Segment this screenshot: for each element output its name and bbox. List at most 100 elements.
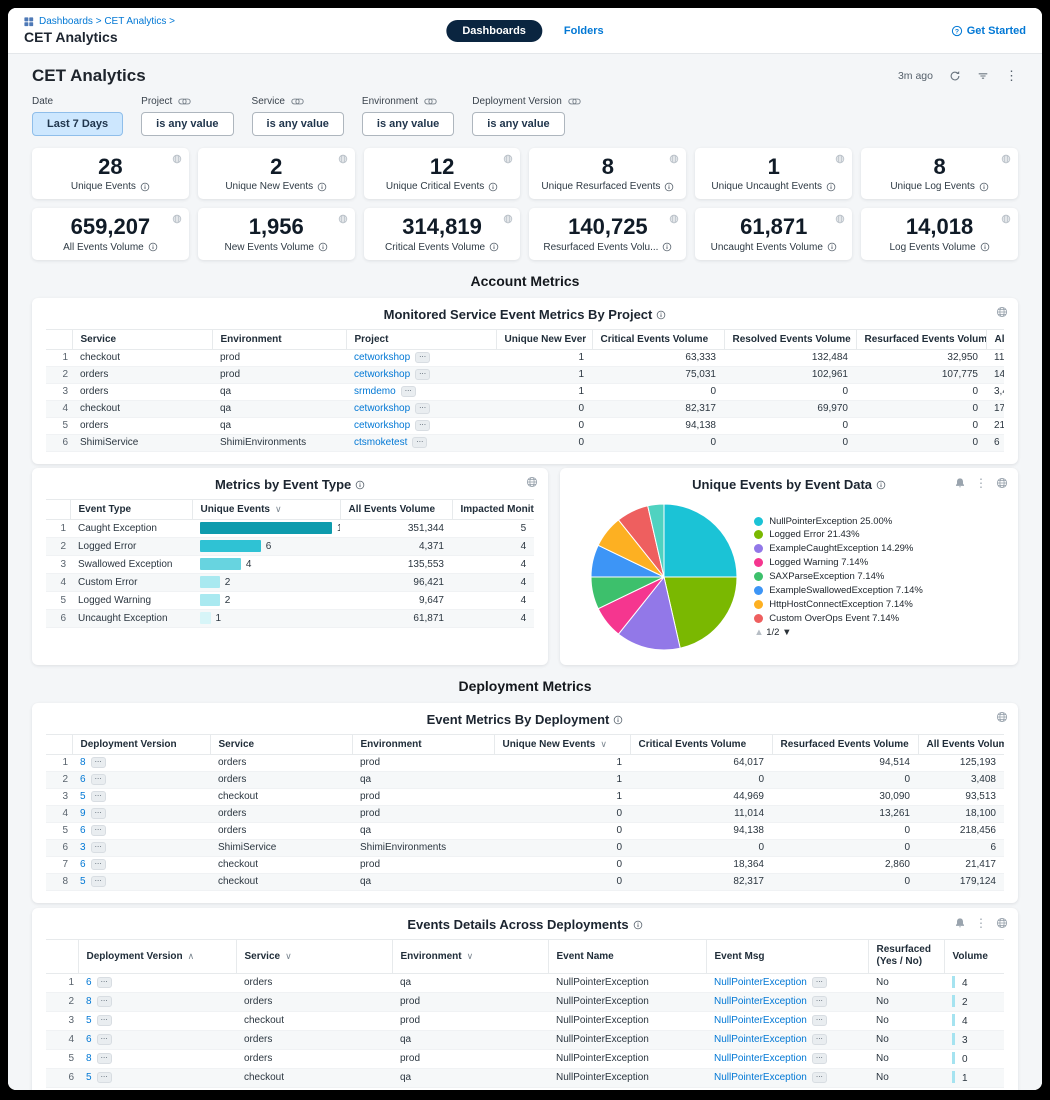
environment-filter-chip[interactable]: is any value bbox=[362, 112, 454, 136]
alert-bell-icon[interactable] bbox=[954, 477, 966, 489]
project-link[interactable]: ctsmoketest bbox=[354, 437, 407, 448]
version-link[interactable]: 6 bbox=[80, 825, 86, 836]
col-unique-events[interactable]: Unique Events∨ bbox=[192, 499, 340, 519]
refresh-icon[interactable] bbox=[949, 70, 961, 82]
more-badge[interactable]: ⋯ bbox=[812, 977, 827, 988]
col-volume[interactable]: Volume bbox=[944, 939, 1004, 973]
version-link[interactable]: 3 bbox=[80, 842, 86, 853]
project-filter-chip[interactable]: is any value bbox=[141, 112, 233, 136]
version-link[interactable]: 6 bbox=[86, 1034, 92, 1045]
version-link[interactable]: 6 bbox=[86, 977, 92, 988]
more-badge[interactable]: ⋯ bbox=[415, 403, 430, 414]
col-resurfaced[interactable]: Resurfaced (Yes / No) bbox=[868, 939, 944, 973]
legend-item[interactable]: SAXParseException 7.14% bbox=[754, 571, 1000, 583]
version-link[interactable]: 6 bbox=[80, 859, 86, 870]
globe-icon[interactable] bbox=[996, 711, 1008, 723]
more-badge[interactable]: ⋯ bbox=[97, 977, 112, 988]
version-link[interactable]: 9 bbox=[80, 808, 86, 819]
project-link[interactable]: cetworkshop bbox=[354, 403, 410, 414]
tab-dashboards[interactable]: Dashboards bbox=[446, 20, 542, 42]
globe-icon[interactable] bbox=[835, 154, 845, 164]
more-badge[interactable]: ⋯ bbox=[812, 1072, 827, 1083]
legend-item[interactable]: NullPointerException 25.00% bbox=[754, 516, 1000, 528]
globe-icon[interactable] bbox=[996, 477, 1008, 489]
version-link[interactable]: 5 bbox=[80, 876, 86, 887]
kebab-menu-icon[interactable]: ⋮ bbox=[975, 476, 987, 490]
col-event-name[interactable]: Event Name bbox=[548, 939, 706, 973]
deployment-version-filter-chip[interactable]: is any value bbox=[472, 112, 564, 136]
globe-icon[interactable] bbox=[835, 214, 845, 224]
globe-icon[interactable] bbox=[996, 917, 1008, 929]
more-badge[interactable]: ⋯ bbox=[812, 1053, 827, 1064]
col-environment[interactable]: Environment bbox=[212, 329, 346, 349]
more-badge[interactable]: ⋯ bbox=[97, 996, 112, 1007]
globe-icon[interactable] bbox=[338, 154, 348, 164]
project-link[interactable]: srmdemo bbox=[354, 386, 396, 397]
pie-slice[interactable] bbox=[664, 504, 737, 577]
more-badge[interactable]: ⋯ bbox=[97, 1053, 112, 1064]
more-badge[interactable]: ⋯ bbox=[97, 1015, 112, 1026]
more-badge[interactable]: ⋯ bbox=[91, 808, 106, 819]
legend-item[interactable]: Custom OverOps Event 7.14% bbox=[754, 613, 1000, 625]
globe-icon[interactable] bbox=[503, 154, 513, 164]
col-project[interactable]: Project bbox=[346, 329, 496, 349]
get-started-link[interactable]: Get Started bbox=[951, 25, 1026, 37]
more-badge[interactable]: ⋯ bbox=[97, 1034, 112, 1045]
col-environment[interactable]: Environment bbox=[352, 734, 494, 754]
version-link[interactable]: 8 bbox=[86, 1053, 92, 1064]
col-environment[interactable]: Environment∨ bbox=[392, 939, 548, 973]
col-all[interactable]: All Events Volume bbox=[986, 329, 1004, 349]
legend-item[interactable]: HttpHostConnectException 7.14% bbox=[754, 599, 1000, 611]
more-badge[interactable]: ⋯ bbox=[91, 757, 106, 768]
version-link[interactable]: 5 bbox=[86, 1015, 92, 1026]
tab-folders[interactable]: Folders bbox=[564, 25, 604, 37]
event_msg-link[interactable]: NullPointerException bbox=[714, 1053, 807, 1064]
col-event-msg[interactable]: Event Msg bbox=[706, 939, 868, 973]
globe-icon[interactable] bbox=[526, 476, 538, 488]
version-link[interactable]: 5 bbox=[86, 1072, 92, 1083]
kebab-menu-icon[interactable]: ⋮ bbox=[975, 916, 987, 930]
col-critical[interactable]: Critical Events Volume bbox=[592, 329, 724, 349]
col-resurfaced[interactable]: Resurfaced Events Volume bbox=[772, 734, 918, 754]
service-filter-chip[interactable]: is any value bbox=[252, 112, 344, 136]
event_msg-link[interactable]: NullPointerException bbox=[714, 996, 807, 1007]
version-link[interactable]: 6 bbox=[80, 774, 86, 785]
globe-icon[interactable] bbox=[1001, 214, 1011, 224]
col-critical[interactable]: Critical Events Volume bbox=[630, 734, 772, 754]
filter-icon[interactable] bbox=[977, 70, 989, 82]
globe-icon[interactable] bbox=[172, 154, 182, 164]
more-badge[interactable]: ⋯ bbox=[91, 859, 106, 870]
col-unique-new[interactable]: Unique New Ever∨ bbox=[496, 329, 592, 349]
col-deployment-version[interactable]: Deployment Version bbox=[72, 734, 210, 754]
date-filter-chip[interactable]: Last 7 Days bbox=[32, 112, 123, 136]
globe-icon[interactable] bbox=[338, 214, 348, 224]
more-badge[interactable]: ⋯ bbox=[401, 386, 416, 397]
legend-item[interactable]: ExampleCaughtException 14.29% bbox=[754, 543, 1000, 555]
more-badge[interactable]: ⋯ bbox=[412, 437, 427, 448]
legend-item[interactable]: ExampleSwallowedException 7.14% bbox=[754, 585, 1000, 597]
event_msg-link[interactable]: NullPointerException bbox=[714, 1072, 807, 1083]
event_msg-link[interactable]: NullPointerException bbox=[714, 1015, 807, 1026]
version-link[interactable]: 8 bbox=[86, 996, 92, 1007]
project-link[interactable]: cetworkshop bbox=[354, 369, 410, 380]
col-service[interactable]: Service bbox=[210, 734, 352, 754]
more-badge[interactable]: ⋯ bbox=[91, 842, 106, 853]
col-all-events[interactable]: All Events Volume bbox=[340, 499, 452, 519]
more-badge[interactable]: ⋯ bbox=[415, 420, 430, 431]
more-badge[interactable]: ⋯ bbox=[91, 774, 106, 785]
breadcrumb[interactable]: Dashboards > CET Analytics > bbox=[24, 16, 175, 27]
project-link[interactable]: cetworkshop bbox=[354, 420, 410, 431]
globe-icon[interactable] bbox=[172, 214, 182, 224]
breadcrumb-text[interactable]: Dashboards > CET Analytics > bbox=[39, 16, 175, 27]
col-unique-new-events[interactable]: Unique New Events∨ bbox=[494, 734, 630, 754]
col-all[interactable]: All Events Volume bbox=[918, 734, 1004, 754]
event_msg-link[interactable]: NullPointerException bbox=[714, 977, 807, 988]
col-deployment-version[interactable]: Deployment Version∧ bbox=[78, 939, 236, 973]
globe-icon[interactable] bbox=[669, 154, 679, 164]
project-link[interactable]: cetworkshop bbox=[354, 352, 410, 363]
legend-item[interactable]: Logged Error 21.43% bbox=[754, 529, 1000, 541]
globe-icon[interactable] bbox=[669, 214, 679, 224]
event_msg-link[interactable]: NullPointerException bbox=[714, 1034, 807, 1045]
more-badge[interactable]: ⋯ bbox=[415, 352, 430, 363]
globe-icon[interactable] bbox=[503, 214, 513, 224]
